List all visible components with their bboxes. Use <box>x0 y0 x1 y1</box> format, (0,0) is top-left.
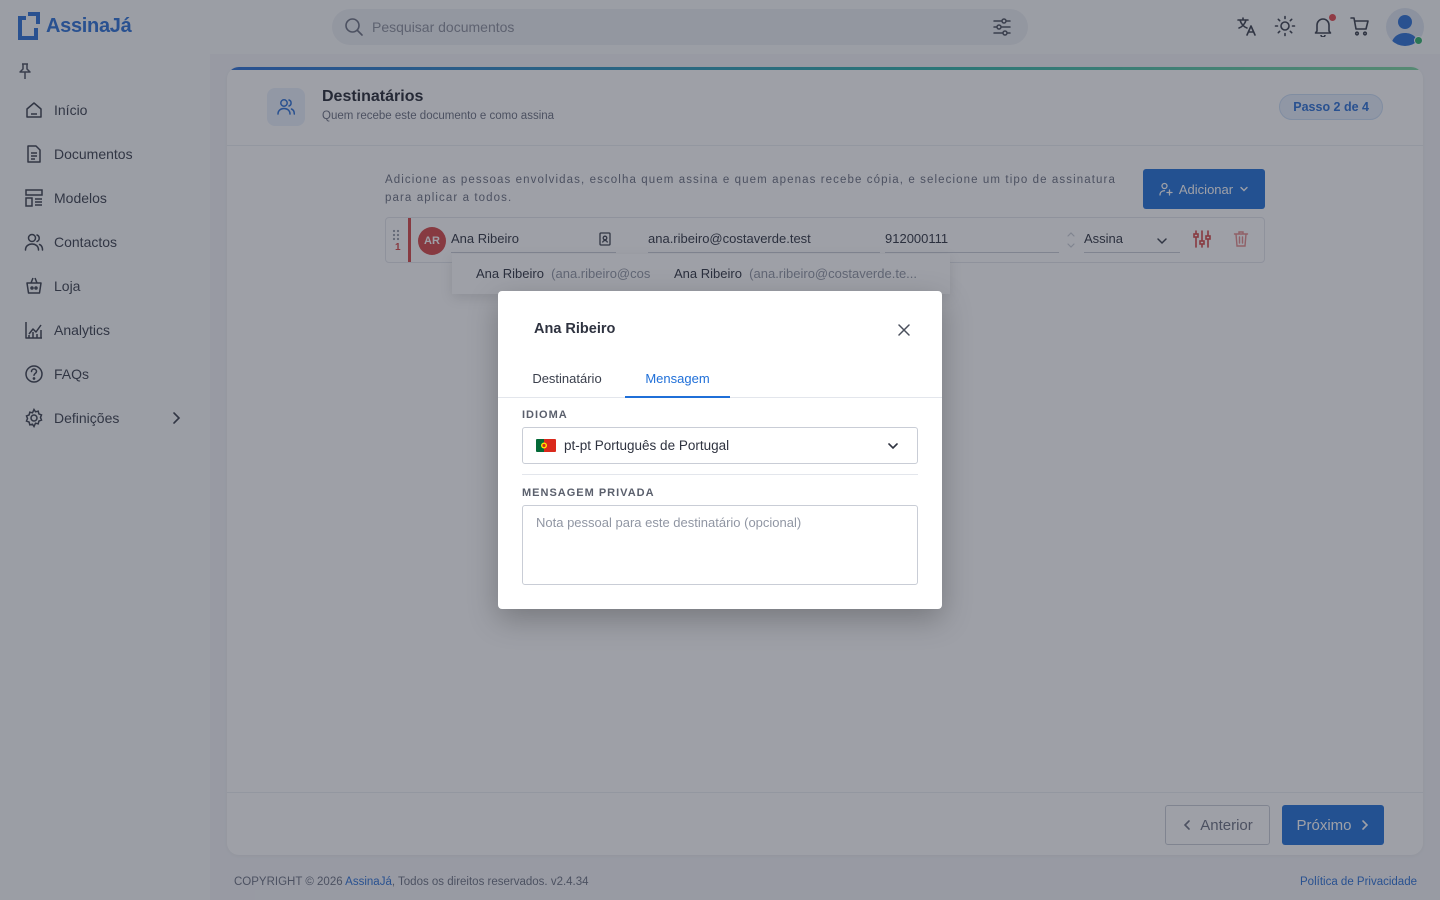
close-icon[interactable] <box>898 323 910 341</box>
modal-title: Ana Ribeiro <box>534 321 616 337</box>
chevron-down-icon <box>888 443 898 450</box>
language-label: IDIOMA <box>522 409 568 421</box>
private-message-textarea[interactable] <box>522 505 918 585</box>
language-select[interactable]: pt-pt Português de Portugal <box>522 427 918 464</box>
modal-tabs: Destinatário Mensagem <box>498 361 942 398</box>
recipient-modal: Ana Ribeiro Destinatário Mensagem IDIOMA… <box>498 291 942 609</box>
modal-divider <box>522 474 918 475</box>
tab-mensagem[interactable]: Mensagem <box>625 361 730 398</box>
language-value: pt-pt Português de Portugal <box>564 438 730 453</box>
tab-destinatario[interactable]: Destinatário <box>522 361 612 397</box>
private-message-label: MENSAGEM PRIVADA <box>522 487 655 499</box>
portugal-flag-icon <box>536 439 556 452</box>
